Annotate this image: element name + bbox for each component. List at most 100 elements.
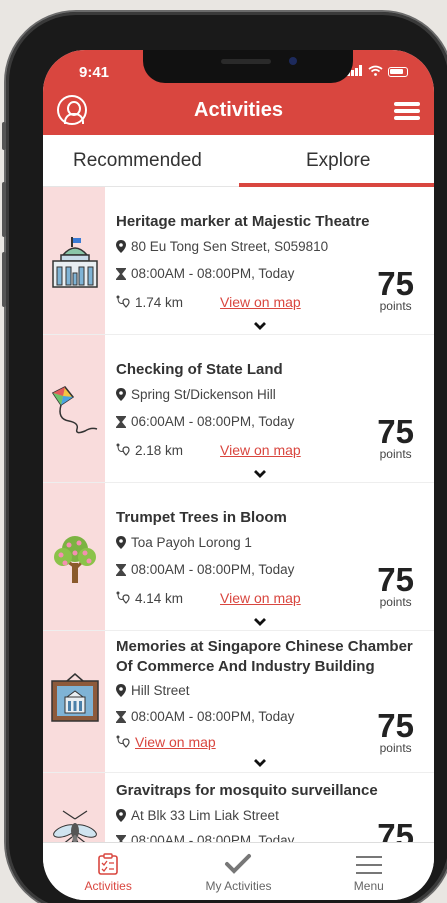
page-title: Activities	[194, 99, 283, 121]
chevron-down-icon[interactable]	[253, 469, 267, 479]
checkmark-icon	[225, 854, 252, 874]
time-text: 08:00AM - 08:00PM, Today	[131, 562, 295, 577]
location-pin-icon	[116, 388, 126, 401]
nav-activities[interactable]: Activities	[43, 843, 173, 900]
kite-icon	[49, 385, 101, 437]
points-label: points	[379, 447, 412, 461]
view-on-map-link[interactable]: View on map	[220, 590, 301, 606]
distance-text: 4.14 km	[135, 590, 184, 606]
tab-explore[interactable]: Explore	[306, 150, 370, 172]
distance-text: 1.74 km	[135, 294, 184, 310]
activity-title: Memories at Singapore Chinese Chamber Of…	[116, 638, 413, 675]
wifi-icon	[368, 64, 383, 79]
chevron-down-icon[interactable]	[253, 321, 267, 331]
time-text: 06:00AM - 08:00PM, Today	[131, 414, 295, 429]
location-pin-icon	[116, 536, 126, 549]
points-value: 75	[377, 413, 414, 450]
theatre-building-icon	[49, 237, 101, 289]
speaker	[221, 59, 271, 64]
battery-icon	[388, 66, 408, 77]
time-text: 08:00AM - 08:00PM, Today	[131, 266, 295, 281]
distance-row: 2.18 km View on map	[116, 442, 301, 458]
tree-icon	[49, 533, 101, 585]
points-value: 75	[377, 707, 414, 744]
time-row: 08:00AM - 08:00PM, Today	[116, 266, 294, 281]
framed-building-icon	[49, 673, 101, 725]
time-row: 08:00AM - 08:00PM, Today	[116, 833, 294, 842]
location-text: Spring St/Dickenson Hill	[131, 387, 276, 402]
route-icon	[116, 295, 130, 308]
phone-button	[2, 182, 6, 237]
activity-card[interactable]: Trumpet Trees in Bloom Toa Payoh Lorong …	[43, 483, 434, 631]
distance-row: 1.74 km View on map	[116, 294, 301, 310]
chevron-down-icon[interactable]	[253, 617, 267, 627]
location-text: 80 Eu Tong Sen Street, S059810	[131, 239, 329, 254]
app-screen: 9:41 Activities Recommended Explore Heri…	[43, 50, 434, 900]
hourglass-icon	[116, 267, 126, 280]
points-badge: 75 points	[377, 415, 414, 460]
status-icons	[347, 64, 408, 79]
nav-label: Activities	[84, 879, 132, 893]
activity-title: Gravitraps for mosquito surveillance	[116, 782, 378, 799]
notch	[143, 50, 353, 83]
camera	[289, 57, 297, 65]
points-badge: 75 points	[377, 267, 414, 312]
activity-card[interactable]: Memories at Singapore Chinese Chamber Of…	[43, 631, 434, 773]
route-icon	[116, 735, 130, 748]
phone-button	[2, 122, 6, 150]
points-badge: 75	[377, 819, 414, 842]
location-pin-icon	[116, 684, 126, 697]
location-text: Toa Payoh Lorong 1	[131, 535, 252, 550]
activity-title: Heritage marker at Majestic Theatre	[116, 213, 370, 230]
filter-icon[interactable]	[394, 100, 420, 122]
phone-frame: 9:41 Activities Recommended Explore Heri…	[2, 12, 447, 903]
location-row: Hill Street	[116, 683, 190, 698]
distance-row: View on map	[116, 734, 216, 750]
bottom-nav: Activities My Activities Menu	[43, 842, 434, 900]
mosquito-icon	[49, 809, 101, 842]
activity-card[interactable]: Heritage marker at Majestic Theatre 80 E…	[43, 187, 434, 335]
clipboard-icon	[98, 853, 118, 875]
activity-list[interactable]: Heritage marker at Majestic Theatre 80 E…	[43, 187, 434, 842]
tab-recommended[interactable]: Recommended	[73, 150, 202, 172]
view-on-map-link[interactable]: View on map	[220, 294, 301, 310]
points-badge: 75 points	[377, 563, 414, 608]
time-text: 08:00AM - 08:00PM, Today	[131, 833, 295, 842]
points-label: points	[379, 741, 412, 755]
points-label: points	[379, 595, 412, 609]
hamburger-icon	[355, 856, 382, 874]
activity-card[interactable]: Checking of State Land Spring St/Dickens…	[43, 335, 434, 483]
location-row: At Blk 33 Lim Liak Street	[116, 808, 279, 823]
distance-row: 4.14 km View on map	[116, 590, 301, 606]
activity-title: Checking of State Land	[116, 361, 283, 378]
activity-title: Trumpet Trees in Bloom	[116, 509, 287, 526]
points-badge: 75 points	[377, 709, 414, 754]
nav-label: My Activities	[205, 879, 272, 893]
location-pin-icon	[116, 240, 126, 253]
hourglass-icon	[116, 834, 126, 842]
activity-card[interactable]: Gravitraps for mosquito surveillance At …	[43, 773, 434, 842]
view-on-map-link[interactable]: View on map	[135, 734, 216, 750]
hourglass-icon	[116, 710, 126, 723]
points-value: 75	[377, 817, 414, 842]
chevron-down-icon[interactable]	[253, 758, 267, 768]
location-row: Toa Payoh Lorong 1	[116, 535, 252, 550]
nav-label: Menu	[353, 879, 384, 893]
location-row: 80 Eu Tong Sen Street, S059810	[116, 239, 328, 254]
time-text: 08:00AM - 08:00PM, Today	[131, 709, 295, 724]
nav-menu[interactable]: Menu	[304, 843, 434, 900]
points-value: 75	[377, 265, 414, 302]
location-pin-icon	[116, 809, 126, 822]
nav-my-activities[interactable]: My Activities	[173, 843, 303, 900]
view-on-map-link[interactable]: View on map	[220, 442, 301, 458]
location-row: Spring St/Dickenson Hill	[116, 387, 276, 402]
time-row: 08:00AM - 08:00PM, Today	[116, 709, 294, 724]
hourglass-icon	[116, 563, 126, 576]
tab-bar: Recommended Explore	[43, 135, 434, 187]
distance-text: 2.18 km	[135, 442, 184, 458]
route-icon	[116, 443, 130, 456]
points-label: points	[379, 299, 412, 313]
route-icon	[116, 591, 130, 604]
hourglass-icon	[116, 415, 126, 428]
status-time: 9:41	[79, 64, 110, 81]
